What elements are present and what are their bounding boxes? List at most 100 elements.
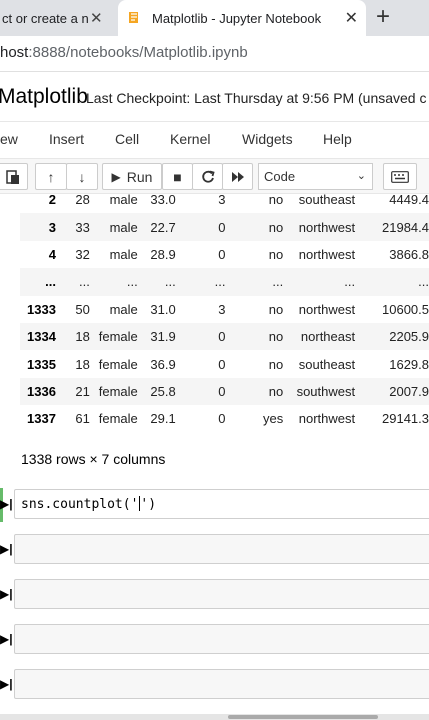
table-row: 2 28 male 33.0 3 no southeast 4449.4 (20, 186, 429, 213)
code-cell-input-active[interactable]: sns.countplot(' ') (14, 489, 429, 519)
cell-run-prompt-icon[interactable]: ▶| (0, 632, 13, 646)
table-cell-age: ... (55, 268, 90, 296)
table-cell-smoker: no (268, 301, 284, 317)
table-cell-age: 50 (75, 301, 90, 317)
table-cell-sex: female (89, 377, 138, 406)
table-cell-charges: 3866.8 (389, 246, 429, 262)
tab-label: Matplotlib - Jupyter Notebook (152, 10, 322, 26)
table-cell-children: ... (175, 268, 226, 296)
paste-icon (6, 169, 19, 184)
menu-cell[interactable]: Cell (115, 131, 139, 147)
table-cell-idx: 1334 (20, 322, 56, 351)
notebook-header: Matplotlib Last Checkpoint: Last Thursda… (0, 76, 429, 122)
menu-help[interactable]: Help (323, 131, 352, 147)
close-tab-icon[interactable]: ✕ (90, 9, 103, 27)
fast-forward-icon (231, 171, 244, 182)
close-tab-icon[interactable]: ✕ (345, 8, 358, 28)
checkpoint-status: Last Checkpoint: Last Thursday at 9:56 P… (86, 90, 355, 106)
table-cell-bmi: 36.9 (150, 356, 176, 372)
play-icon: ▶ (111, 169, 121, 184)
url-path: :8888/notebooks/Matplotlib.ipynb (28, 44, 248, 61)
table-cell-sex: female (89, 322, 138, 351)
table-cell-age: 21 (55, 377, 90, 406)
table-row: 1336 21 female 25.8 0 no southwest 2007.9 (20, 377, 429, 406)
table-row: 3 33 male 22.7 0 no northwest 21984.4 (20, 213, 429, 241)
table-cell-age: 18 (75, 356, 90, 372)
table-cell-idx: 3 (20, 213, 56, 241)
table-cell-bmi: 25.8 (137, 377, 176, 406)
table-cell-smoker: yes (262, 411, 284, 427)
table-cell-smoker: no (268, 246, 284, 262)
table-cell-age: 18 (55, 322, 90, 351)
table-cell-region: southeast (298, 192, 356, 208)
table-cell-charges: 2205.9 (355, 322, 429, 351)
table-cell-children: 3 (218, 301, 226, 317)
table-row: 4 32 male 28.9 0 no northwest 3866.8 (20, 241, 429, 268)
table-cell-charges: 4449.4 (389, 192, 429, 208)
table-cell-idx: 4 (48, 246, 56, 262)
cell-type-value: Code (264, 169, 296, 184)
address-bar[interactable]: host:8888/notebooks/Matplotlib.ipynb (0, 36, 429, 72)
code-cell-input[interactable] (14, 534, 429, 564)
notebook-favicon-icon (129, 12, 138, 23)
table-cell-sex: female (98, 356, 138, 372)
table-cell-children: 0 (175, 377, 226, 406)
table-cell-region: northwest (298, 411, 356, 427)
table-cell-children: 0 (218, 411, 226, 427)
notebook-title[interactable]: Matplotlib (0, 85, 88, 109)
table-cell-charges: 2007.9 (355, 377, 429, 406)
cell-run-prompt-icon[interactable]: ▶| (0, 677, 13, 691)
menu-kernel[interactable]: Kernel (170, 131, 210, 147)
table-cell-sex: male (109, 192, 138, 208)
table-cell-region: ... (283, 268, 356, 296)
stop-icon: ■ (173, 168, 182, 185)
table-cell-idx: 2 (48, 192, 56, 208)
menu-view[interactable]: ew (0, 131, 18, 147)
table-cell-idx: 1337 (27, 411, 56, 427)
cell-run-prompt-icon[interactable]: ▶| (0, 587, 13, 601)
table-row: 1337 61 female 29.1 0 yes northwest 29141.3 (20, 405, 429, 432)
cell-run-prompt-icon[interactable]: ▶| (0, 497, 13, 511)
table-cell-region: southeast (298, 356, 356, 372)
dataframe-table: 2 28 male 33.0 3 no southeast 4449.4 3 33 male 22.7… (20, 186, 429, 433)
tab-label: ct or create a n (2, 10, 89, 26)
table-cell-region: northwest (298, 246, 356, 262)
table-cell-children: 0 (175, 213, 226, 241)
table-cell-bmi: 22.7 (137, 213, 176, 241)
row-count-label: 1338 rows × 7 columns (21, 451, 166, 467)
table-cell-idx: ... (20, 268, 56, 296)
tab-inactive[interactable]: ct or create a n ✕ (0, 0, 116, 36)
dataframe-output: 2 28 male 33.0 3 no southeast 4449.4 3 33 male 22.7… (20, 186, 429, 433)
table-cell-idx: 1333 (27, 301, 56, 317)
menu-insert[interactable]: Insert (49, 131, 84, 147)
code-cell-input[interactable] (14, 579, 429, 609)
table-cell-region: northwest (283, 213, 356, 241)
code-text[interactable]: sns.countplot(' ') (21, 496, 156, 512)
tab-active-matplotlib[interactable]: Matplotlib - Jupyter Notebook ✕ (118, 0, 366, 36)
menu-widgets[interactable]: Widgets (242, 131, 293, 147)
table-cell-children: 0 (218, 246, 226, 262)
table-cell-children: 0 (175, 322, 226, 351)
code-cell-input[interactable] (14, 624, 429, 654)
cell-run-prompt-icon[interactable]: ▶| (0, 542, 13, 556)
table-cell-bmi: 28.9 (150, 246, 176, 262)
table-cell-smoker: no (225, 213, 284, 241)
table-cell-charges: 1629.8 (389, 356, 429, 372)
table-cell-smoker: ... (225, 268, 284, 296)
table-cell-sex: ... (89, 268, 138, 296)
table-cell-charges: 29141.3 (382, 411, 429, 427)
table-cell-age: 61 (75, 411, 90, 427)
arrow-up-icon: ↑ (47, 168, 55, 185)
table-row: ........................ (20, 268, 429, 296)
url-text[interactable]: host:8888/notebooks/Matplotlib.ipynb (0, 44, 248, 61)
url-host: host (0, 44, 29, 61)
table-cell-idx: 1336 (20, 377, 56, 406)
menubar: ew Insert Cell Kernel Widgets Help (0, 122, 429, 158)
table-cell-smoker: no (268, 356, 284, 372)
code-cell-input[interactable] (14, 669, 429, 699)
scrollbar-thumb[interactable] (228, 715, 378, 719)
table-cell-children: 0 (218, 356, 226, 372)
table-cell-region: southwest (283, 377, 356, 406)
table-cell-sex: female (98, 411, 138, 427)
new-tab-icon[interactable]: + (376, 4, 390, 30)
